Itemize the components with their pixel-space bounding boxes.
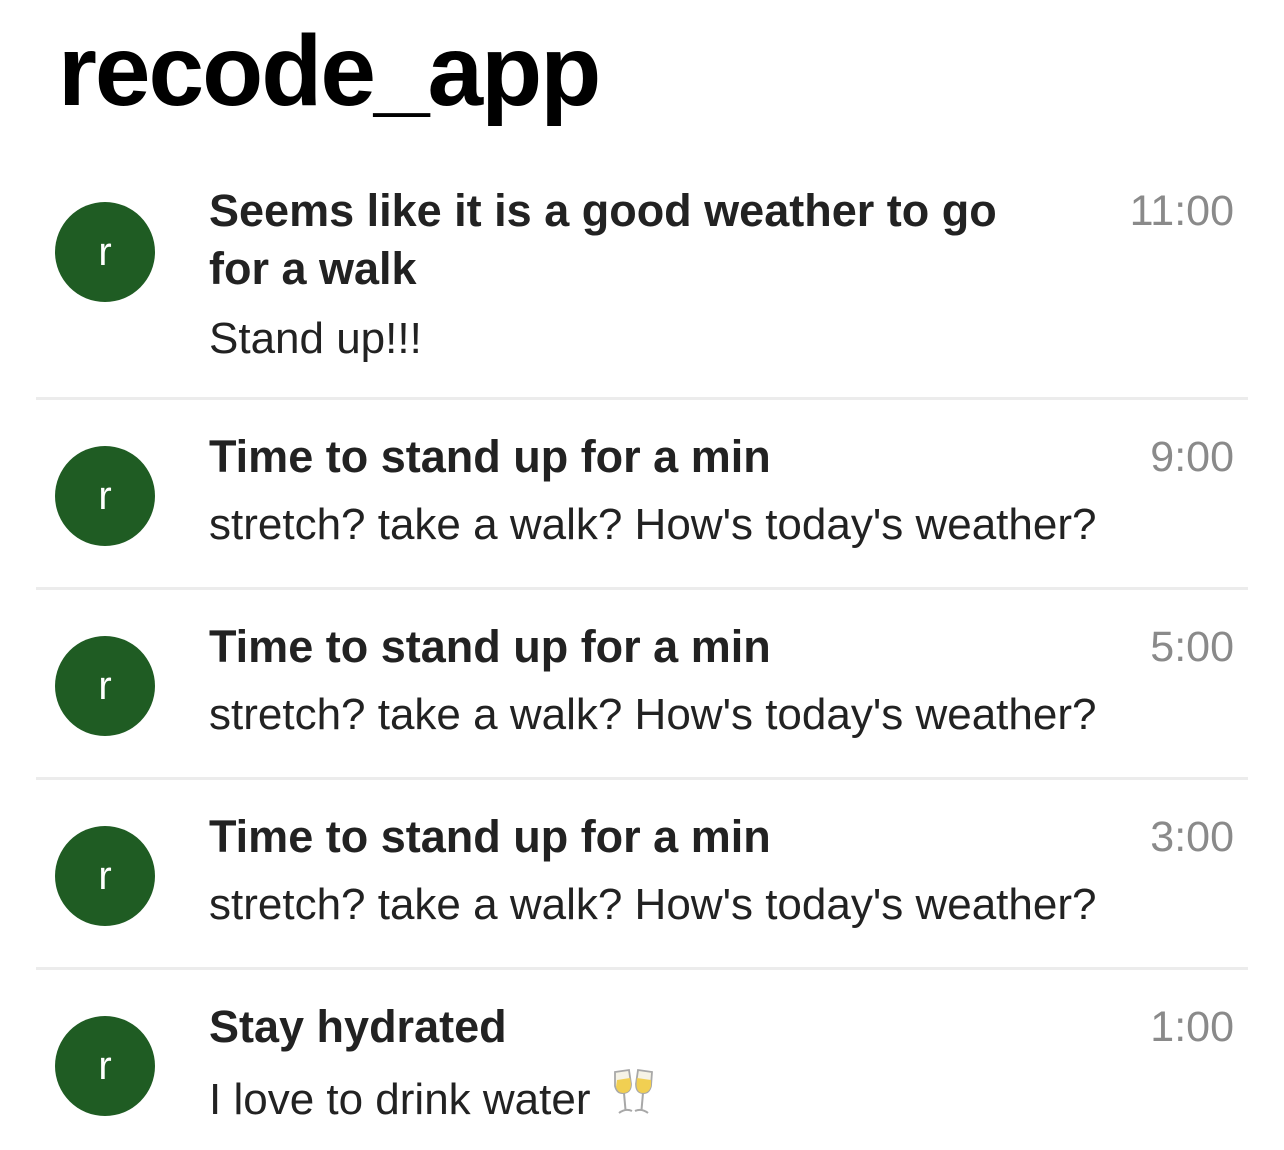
notification-list: r Seems like it is a good weather to go … [0, 170, 1284, 1150]
notification-body: Time to stand up for a min 5:00 stretch?… [209, 618, 1234, 744]
avatar: r [55, 1016, 155, 1116]
notification-title: Time to stand up for a min [209, 621, 771, 672]
notification-time: 9:00 [1150, 433, 1234, 481]
notification-text: stretch? take a walk? How's today's weat… [209, 880, 1097, 929]
notification-header: Time to stand up for a min 9:00 [209, 428, 1234, 486]
clinking-glasses-icon [609, 1066, 659, 1120]
notification-body: Time to stand up for a min 3:00 stretch?… [209, 808, 1234, 934]
notification-header: Stay hydrated 1:00 [209, 998, 1234, 1056]
notification-text-row: I love to drink water [209, 1066, 1234, 1129]
notification-text: Stand up!!! [209, 314, 422, 363]
notification-item[interactable]: r Stay hydrated 1:00 I love to drink wat… [0, 970, 1284, 1150]
notification-header: Time to stand up for a min 5:00 [209, 618, 1234, 676]
notification-item[interactable]: r Time to stand up for a min 5:00 stretc… [0, 590, 1284, 780]
notification-body: Stay hydrated 1:00 I love to drink water [209, 998, 1234, 1129]
notification-time: 11:00 [1129, 187, 1234, 235]
notification-header: Seems like it is a good weather to go fo… [209, 182, 1234, 298]
notification-body: Time to stand up for a min 9:00 stretch?… [209, 428, 1234, 554]
app-title: recode_app [58, 15, 601, 127]
notification-title: Seems like it is a good weather to go fo… [209, 185, 997, 294]
notification-time: 5:00 [1150, 623, 1234, 671]
notification-header: Time to stand up for a min 3:00 [209, 808, 1234, 866]
notification-text: stretch? take a walk? How's today's weat… [209, 500, 1097, 549]
avatar: r [55, 202, 155, 302]
notification-item[interactable]: r Seems like it is a good weather to go … [0, 170, 1284, 400]
notification-title: Time to stand up for a min [209, 811, 771, 862]
avatar: r [55, 636, 155, 736]
notification-item[interactable]: r Time to stand up for a min 3:00 stretc… [0, 780, 1284, 970]
notification-time: 3:00 [1150, 813, 1234, 861]
notification-text: stretch? take a walk? How's today's weat… [209, 690, 1097, 739]
notification-text: I love to drink water [209, 1075, 591, 1124]
notification-body: Seems like it is a good weather to go fo… [209, 182, 1234, 368]
avatar: r [55, 446, 155, 546]
notification-item[interactable]: r Time to stand up for a min 9:00 stretc… [0, 400, 1284, 590]
notification-time: 1:00 [1150, 1003, 1234, 1051]
notification-title: Stay hydrated [209, 1001, 507, 1052]
avatar: r [55, 826, 155, 926]
notification-title: Time to stand up for a min [209, 431, 771, 482]
